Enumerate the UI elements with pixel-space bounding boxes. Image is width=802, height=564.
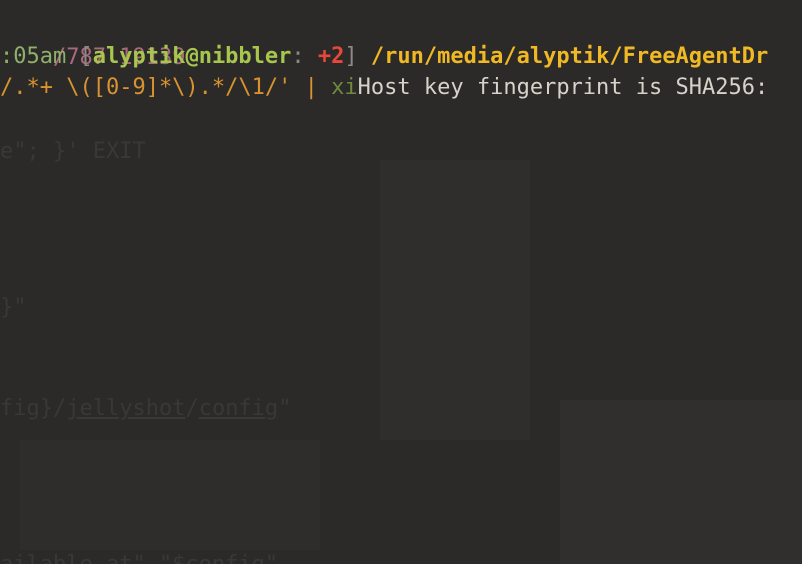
host-key-message: Host key fingerprint is SHA256: bbox=[357, 75, 769, 100]
prompt-cwd-path: /run/media/alyptik/FreeAgentDr bbox=[370, 44, 769, 69]
ghost-panel bbox=[380, 160, 530, 440]
ghost-panel bbox=[560, 400, 802, 564]
command-output-line: /.*+ \([0-9]*\).*/\1/' | xiHost key fing… bbox=[0, 72, 768, 104]
prompt-jobs-count: +2 bbox=[317, 44, 345, 69]
ghost-line: e"; }' EXIT bbox=[0, 139, 146, 164]
prompt-bracket-close: ] bbox=[344, 44, 371, 69]
ghost-line: fig}/jellyshot/config" bbox=[0, 396, 292, 421]
prompt-user-host: alyptik@nibbler bbox=[92, 44, 292, 69]
xi-command: xi bbox=[331, 75, 358, 100]
prompt-bracket-open: [ bbox=[66, 44, 93, 69]
ghost-underlined: jellyshot bbox=[66, 396, 186, 421]
terminal-window[interactable]: e"; }' EXIT }" fig}/jellyshot/config" ai… bbox=[0, 0, 802, 564]
ghost-line: ailable.at" "$config" bbox=[0, 549, 278, 564]
prompt-colon: : bbox=[291, 44, 318, 69]
ghost-line: }" bbox=[0, 295, 27, 320]
ghost-panel bbox=[20, 440, 320, 550]
ghost-underlined: config bbox=[198, 396, 279, 421]
prompt-line: :05am [alyptik@nibbler: +2] /run/media/a… bbox=[0, 41, 768, 73]
prompt-time: :05am bbox=[0, 44, 67, 69]
sed-expression: /.*+ \([0-9]*\).*/\1/' | bbox=[0, 75, 332, 100]
